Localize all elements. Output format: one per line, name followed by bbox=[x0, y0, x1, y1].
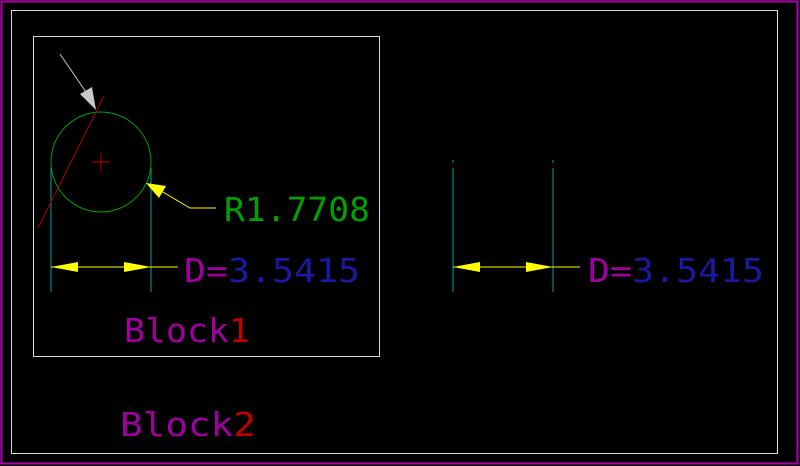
radius-arrowhead bbox=[146, 183, 166, 198]
block1-geometry[interactable]: R1.7708 D= 3.5415 Block 1 bbox=[37, 53, 370, 350]
block1-label-text: Block bbox=[124, 311, 229, 350]
block1-label-number: 1 bbox=[229, 311, 250, 350]
cad-drawing-canvas[interactable]: R1.7708 D= 3.5415 Block 1 D= 3.5415 Block 2 bbox=[0, 0, 800, 466]
dimension-arrowhead-right-start bbox=[453, 262, 480, 272]
dimension-value: 3.5415 bbox=[632, 251, 764, 290]
block1-label: Block 1 bbox=[124, 311, 250, 350]
diameter-dimension-text-left: D= 3.5415 bbox=[184, 251, 360, 290]
dimension-arrowhead-left-start bbox=[51, 262, 78, 272]
dimension-arrowhead-left-end bbox=[124, 262, 151, 272]
radius-dimension-text: R1.7708 bbox=[224, 190, 370, 229]
diameter-dimension-text-right: D= 3.5415 bbox=[588, 251, 764, 290]
block2-label-text: Block bbox=[120, 405, 233, 444]
block2-label: Block 2 bbox=[120, 405, 256, 444]
drawing-border bbox=[11, 10, 778, 454]
block2-label-number: 2 bbox=[233, 405, 256, 444]
leader-arrowhead bbox=[80, 87, 96, 110]
dimension-prefix: D= bbox=[184, 251, 228, 290]
dimension-arrowhead-right-end bbox=[526, 262, 553, 272]
dimension-value: 3.5415 bbox=[228, 251, 360, 290]
right-dimension-group[interactable]: D= 3.5415 bbox=[452, 160, 764, 292]
radius-leader-line bbox=[155, 187, 216, 209]
dimension-prefix: D= bbox=[588, 251, 632, 290]
outer-frame bbox=[0, 0, 799, 465]
